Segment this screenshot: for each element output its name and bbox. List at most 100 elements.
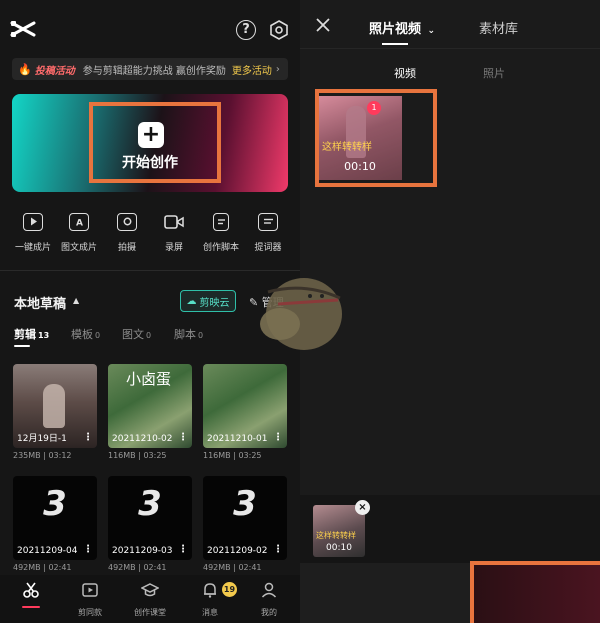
- nav-course[interactable]: 创作课堂: [122, 581, 178, 618]
- bell-icon: [204, 583, 216, 598]
- draft-meta: 492MB | 02:41: [203, 563, 262, 572]
- more-dots-icon[interactable]: ⋮: [83, 432, 93, 443]
- fire-icon: 🔥: [18, 62, 32, 76]
- draft-card[interactable]: 3 20211209-03 ⋮ 492MB | 02:41: [108, 476, 192, 572]
- message-badge: 19: [222, 582, 237, 597]
- draft-size: 492MB: [203, 563, 231, 572]
- draft-caption: 20211210-02: [112, 434, 173, 444]
- draft-caption: 20211209-04: [17, 546, 78, 556]
- cloud-button[interactable]: ☁ 剪映云: [180, 290, 236, 312]
- more-dots-icon[interactable]: ⋮: [83, 544, 93, 555]
- subtab-video[interactable]: 视频: [394, 65, 416, 81]
- capcut-logo-icon: [10, 21, 36, 37]
- draft-card[interactable]: 小卤蛋 20211210-02 ⋮ 116MB | 03:25: [108, 364, 192, 460]
- banner-tag: 投稿活动: [34, 65, 75, 77]
- local-drafts-title[interactable]: 本地草稿: [14, 293, 66, 312]
- draft-meta: 116MB | 03:25: [203, 451, 262, 460]
- selected-clip-overlay-text: 这样转转样: [316, 531, 356, 540]
- tab-edit[interactable]: 剪辑 13: [14, 326, 49, 342]
- mascot-bird-icon: [260, 278, 342, 350]
- draft-meta: 492MB | 02:41: [13, 563, 72, 572]
- draft-duration: 02:41: [143, 563, 167, 572]
- draft-caption: 12月19日-1: [17, 434, 67, 444]
- draft-duration: 03:25: [143, 451, 167, 460]
- tab-script[interactable]: 脚本 0: [174, 326, 203, 342]
- draft-card[interactable]: 3 20211209-04 ⋮ 492MB | 02:41: [13, 476, 97, 572]
- nav-edit[interactable]: [3, 581, 59, 607]
- draft-duration: 02:41: [238, 563, 262, 572]
- more-dots-icon[interactable]: ⋮: [273, 432, 283, 443]
- draft-size: 492MB: [108, 563, 136, 572]
- nav-profile[interactable]: 我的: [241, 581, 297, 618]
- more-events-link[interactable]: 更多活动: [232, 62, 272, 77]
- tab-count: 0: [146, 331, 152, 340]
- bottom-nav: 剪同款 创作课堂 消息 我的: [0, 575, 300, 623]
- more-dots-icon[interactable]: ⋮: [273, 544, 283, 555]
- tool-text-image[interactable]: A 图文成片: [54, 210, 104, 258]
- top-bar: ?: [0, 0, 300, 58]
- tool-shoot[interactable]: 拍摄: [102, 210, 152, 258]
- draft-meta: 235MB | 03:12: [13, 451, 72, 460]
- settings-icon[interactable]: [268, 19, 290, 41]
- draft-overlay-text: 3: [138, 484, 162, 524]
- draft-card[interactable]: 3 20211209-02 ⋮ 492MB | 02:41: [203, 476, 287, 572]
- draft-meta: 116MB | 03:25: [108, 451, 167, 460]
- draft-card[interactable]: 12月19日-1 ⋮ 235MB | 03:12: [13, 364, 97, 460]
- tool-teleprompter[interactable]: 提词器: [243, 210, 293, 258]
- draft-size: 116MB: [108, 451, 136, 460]
- tab-count: 13: [38, 331, 50, 340]
- text-image-icon: A: [69, 213, 89, 231]
- teleprompter-icon: [258, 213, 278, 231]
- highlight-box: [315, 89, 437, 187]
- draft-thumbnail: 3 20211209-03 ⋮: [108, 476, 192, 560]
- tool-label: 拍摄: [117, 243, 136, 253]
- tool-script[interactable]: 创作脚本: [196, 210, 246, 258]
- remove-clip-icon[interactable]: ×: [355, 500, 370, 515]
- tab-active-indicator: [382, 43, 408, 45]
- draft-caption: 20211210-01: [207, 434, 268, 444]
- nav-templates[interactable]: 剪同款: [62, 581, 118, 618]
- tool-one-click[interactable]: 一键成片: [8, 210, 58, 258]
- tool-label: 一键成片: [14, 243, 51, 253]
- tab-text-image[interactable]: 图文 0: [122, 326, 151, 342]
- tab-label: 脚本: [174, 328, 196, 341]
- draft-overlay-text: 小卤蛋: [126, 370, 172, 388]
- person-icon: [261, 582, 277, 598]
- draft-thumbnail: 12月19日-1 ⋮: [13, 364, 97, 448]
- video-record-icon: [164, 213, 184, 231]
- camera-icon: [117, 213, 137, 231]
- draft-overlay-text: 3: [43, 484, 67, 524]
- subtab-photo[interactable]: 照片: [483, 65, 505, 81]
- tool-record-screen[interactable]: 录屏: [149, 210, 199, 258]
- banner-text: 参与剪辑超能力挑战 赢创作奖励: [82, 65, 226, 77]
- draft-thumbnail: 20211210-01 ⋮: [203, 364, 287, 448]
- tab-label: 剪辑: [14, 328, 36, 341]
- draft-card[interactable]: 20211210-01 ⋮ 116MB | 03:25: [203, 364, 287, 460]
- close-icon[interactable]: [314, 16, 332, 34]
- tab-count: 0: [95, 331, 101, 340]
- nav-label: 创作课堂: [134, 608, 166, 617]
- draft-caption: 20211209-02: [207, 546, 268, 556]
- template-icon: [82, 583, 98, 597]
- event-banner[interactable]: 🔥 投稿活动 参与剪辑超能力挑战 赢创作奖励 更多活动 ›: [12, 58, 288, 80]
- cloud-icon: ☁: [186, 295, 197, 307]
- tab-library[interactable]: 素材库: [479, 18, 518, 37]
- caret-up-icon[interactable]: ▲: [73, 296, 79, 305]
- tab-photo-video[interactable]: 照片视频 ⌄: [369, 18, 435, 37]
- chevron-right-icon: ›: [275, 63, 280, 75]
- play-square-icon: [23, 213, 43, 231]
- script-icon: [213, 213, 229, 231]
- more-dots-icon[interactable]: ⋮: [178, 432, 188, 443]
- highlight-box: [89, 102, 221, 183]
- draft-caption: 20211209-03: [112, 546, 173, 556]
- tab-template[interactable]: 模板 0: [71, 326, 100, 342]
- quick-tools: 一键成片 A 图文成片 拍摄 录屏 创作脚本 提词器: [0, 210, 300, 258]
- more-dots-icon[interactable]: ⋮: [178, 544, 188, 555]
- svg-text:A: A: [76, 219, 83, 229]
- help-icon[interactable]: ?: [236, 20, 256, 40]
- chevron-down-icon: ⌄: [427, 26, 436, 36]
- nav-label: 我的: [261, 608, 277, 617]
- graduation-cap-icon: [140, 583, 160, 597]
- tab-label: 照片视频: [369, 22, 422, 37]
- draft-duration: 03:25: [238, 451, 262, 460]
